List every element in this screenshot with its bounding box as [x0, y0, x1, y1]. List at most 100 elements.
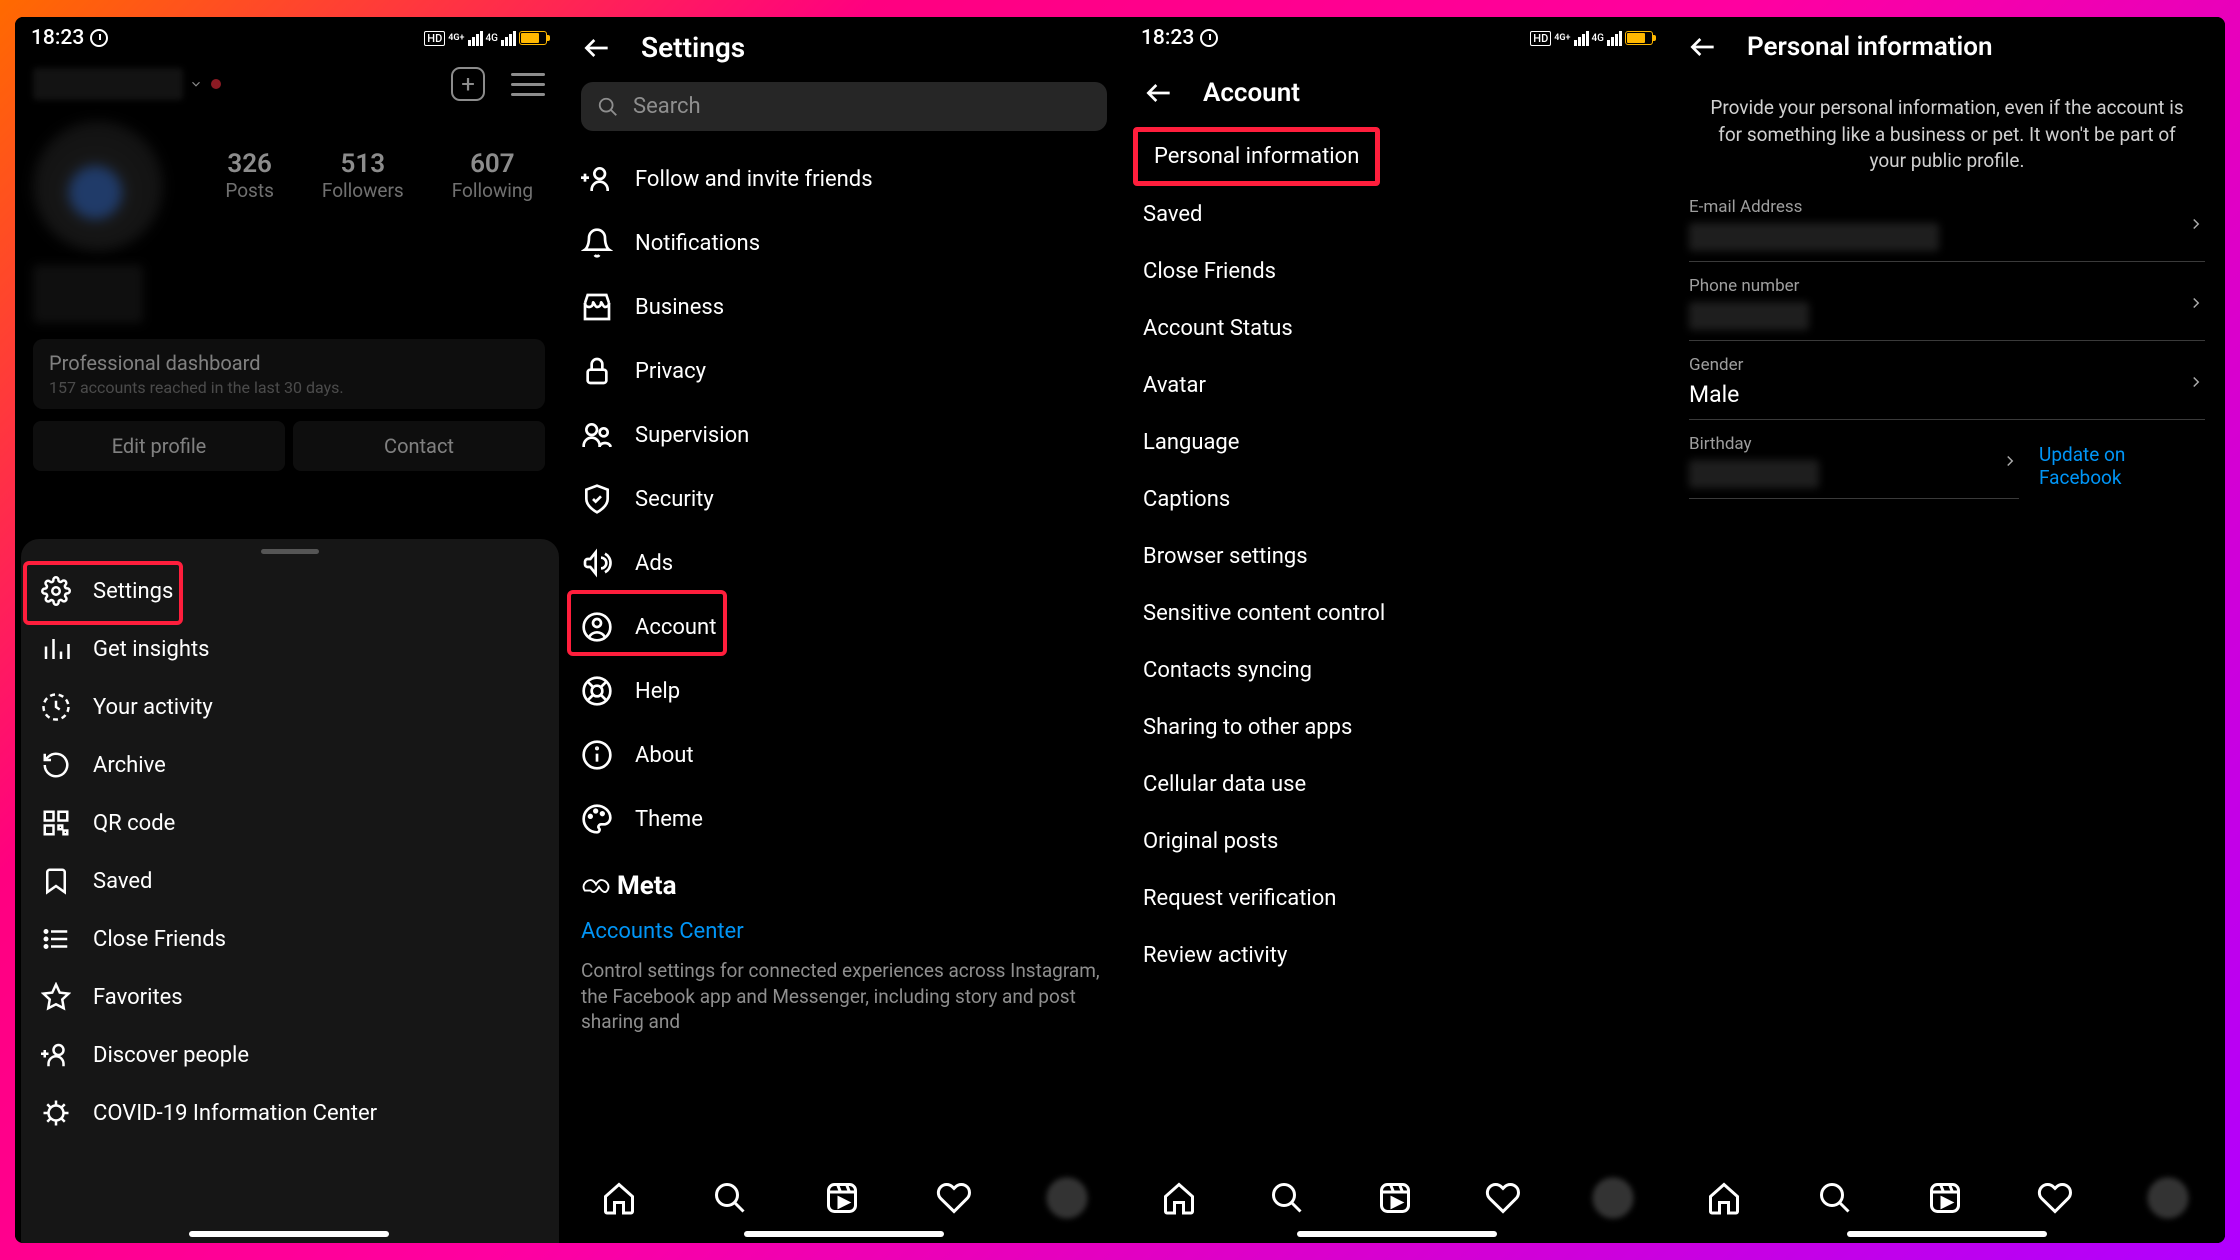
stat-posts[interactable]: 326Posts [225, 149, 274, 202]
back-icon[interactable] [581, 32, 613, 64]
stat-followers[interactable]: 513Followers [322, 149, 404, 202]
settings-notifications[interactable]: Notifications [563, 211, 1125, 275]
account-contacts-sync[interactable]: Contacts syncing [1125, 642, 1669, 699]
home-indicator[interactable] [1847, 1231, 2047, 1237]
nav-home-icon[interactable] [601, 1180, 637, 1216]
settings-label: Supervision [635, 423, 749, 448]
email-field[interactable]: E-mail Address [1689, 197, 2205, 262]
menu-saved[interactable]: Saved [21, 852, 559, 910]
accounts-center-desc: Control settings for connected experienc… [581, 958, 1107, 1035]
sheet-handle[interactable] [261, 549, 319, 554]
account-verification[interactable]: Request verification [1125, 870, 1669, 927]
bio-redacted [33, 265, 143, 323]
account-cellular[interactable]: Cellular data use [1125, 756, 1669, 813]
nav-home-icon[interactable] [1161, 1180, 1197, 1216]
notification-dot [211, 79, 221, 89]
birthday-value-redacted [1689, 460, 1819, 488]
menu-favorites[interactable]: Favorites [21, 968, 559, 1026]
nav-profile[interactable] [2148, 1178, 2188, 1218]
account-language[interactable]: Language [1125, 414, 1669, 471]
bottom-nav [1669, 1153, 2225, 1243]
accounts-center-link[interactable]: Accounts Center [581, 919, 1107, 944]
status-icons: HD 4G+ 4G [424, 31, 547, 46]
settings-about[interactable]: About [563, 723, 1125, 787]
menu-settings[interactable]: Settings [21, 562, 559, 620]
nav-profile[interactable] [1593, 1178, 1633, 1218]
phone-field[interactable]: Phone number [1689, 276, 2205, 341]
nav-profile[interactable] [1047, 1178, 1087, 1218]
update-facebook-link[interactable]: Update on Facebook [2039, 443, 2205, 489]
account-personal-info[interactable]: Personal information [1133, 127, 1380, 186]
menu-close-friends[interactable]: Close Friends [21, 910, 559, 968]
settings-help[interactable]: Help [563, 659, 1125, 723]
nav-heart-icon[interactable] [936, 1180, 972, 1216]
settings-supervision[interactable]: Supervision [563, 403, 1125, 467]
gender-field[interactable]: Gender Male [1689, 355, 2205, 420]
status-time: 18:23 [31, 26, 84, 50]
nav-reels-icon[interactable] [1927, 1180, 1963, 1216]
home-indicator[interactable] [189, 1231, 389, 1237]
settings-ads[interactable]: Ads [563, 531, 1125, 595]
account-browser[interactable]: Browser settings [1125, 528, 1669, 585]
account-sharing[interactable]: Sharing to other apps [1125, 699, 1669, 756]
chevron-right-icon [2187, 294, 2205, 316]
nav-search-icon[interactable] [712, 1180, 748, 1216]
menu-label: Saved [93, 869, 152, 894]
settings-privacy[interactable]: Privacy [563, 339, 1125, 403]
phone-value-redacted [1689, 302, 1809, 330]
settings-account[interactable]: Account [563, 595, 1125, 659]
nav-heart-icon[interactable] [2037, 1180, 2073, 1216]
menu-archive[interactable]: Archive [21, 736, 559, 794]
professional-dashboard[interactable]: Professional dashboard 157 accounts reac… [33, 339, 545, 409]
create-icon[interactable]: + [451, 67, 485, 101]
account-status[interactable]: Account Status [1125, 300, 1669, 357]
edit-profile-button[interactable]: Edit profile [33, 421, 285, 471]
back-icon[interactable] [1687, 31, 1719, 63]
account-avatar[interactable]: Avatar [1125, 357, 1669, 414]
home-indicator[interactable] [744, 1231, 944, 1237]
battery-icon [519, 31, 547, 45]
chevron-down-icon[interactable] [189, 77, 203, 91]
account-close-friends[interactable]: Close Friends [1125, 243, 1669, 300]
menu-label: Settings [93, 579, 173, 604]
field-label: Phone number [1689, 276, 2205, 296]
chevron-right-icon [2001, 452, 2019, 474]
contact-button[interactable]: Contact [293, 421, 545, 471]
stat-following[interactable]: 607Following [452, 149, 533, 202]
menu-icon[interactable] [511, 73, 545, 96]
menu-activity[interactable]: Your activity [21, 678, 559, 736]
settings-label: Security [635, 487, 714, 512]
account-sensitive[interactable]: Sensitive content control [1125, 585, 1669, 642]
account-original-posts[interactable]: Original posts [1125, 813, 1669, 870]
back-icon[interactable] [1143, 77, 1175, 109]
nav-heart-icon[interactable] [1485, 1180, 1521, 1216]
qr-icon [41, 808, 71, 838]
menu-qrcode[interactable]: QR code [21, 794, 559, 852]
search-input[interactable]: Search [581, 82, 1107, 131]
nav-search-icon[interactable] [1269, 1180, 1305, 1216]
menu-insights[interactable]: Get insights [21, 620, 559, 678]
birthday-field[interactable]: Birthday [1689, 434, 2019, 499]
account-captions[interactable]: Captions [1125, 471, 1669, 528]
chevron-right-icon [2187, 215, 2205, 237]
home-indicator[interactable] [1297, 1231, 1497, 1237]
settings-follow-invite[interactable]: Follow and invite friends [563, 147, 1125, 211]
settings-business[interactable]: Business [563, 275, 1125, 339]
nav-home-icon[interactable] [1706, 1180, 1742, 1216]
account-saved[interactable]: Saved [1125, 186, 1669, 243]
menu-label: Favorites [93, 985, 183, 1010]
nav-reels-icon[interactable] [824, 1180, 860, 1216]
account-review-activity[interactable]: Review activity [1125, 927, 1669, 984]
menu-label: Discover people [93, 1043, 249, 1068]
meta-icon [581, 876, 611, 896]
menu-label: Get insights [93, 637, 210, 662]
nav-reels-icon[interactable] [1377, 1180, 1413, 1216]
menu-covid[interactable]: COVID-19 Information Center [21, 1084, 559, 1142]
menu-discover[interactable]: Discover people [21, 1026, 559, 1084]
settings-security[interactable]: Security [563, 467, 1125, 531]
avatar [33, 121, 163, 251]
profile-header: + [15, 59, 563, 101]
menu-label: COVID-19 Information Center [93, 1101, 377, 1126]
settings-theme[interactable]: Theme [563, 787, 1125, 851]
nav-search-icon[interactable] [1817, 1180, 1853, 1216]
